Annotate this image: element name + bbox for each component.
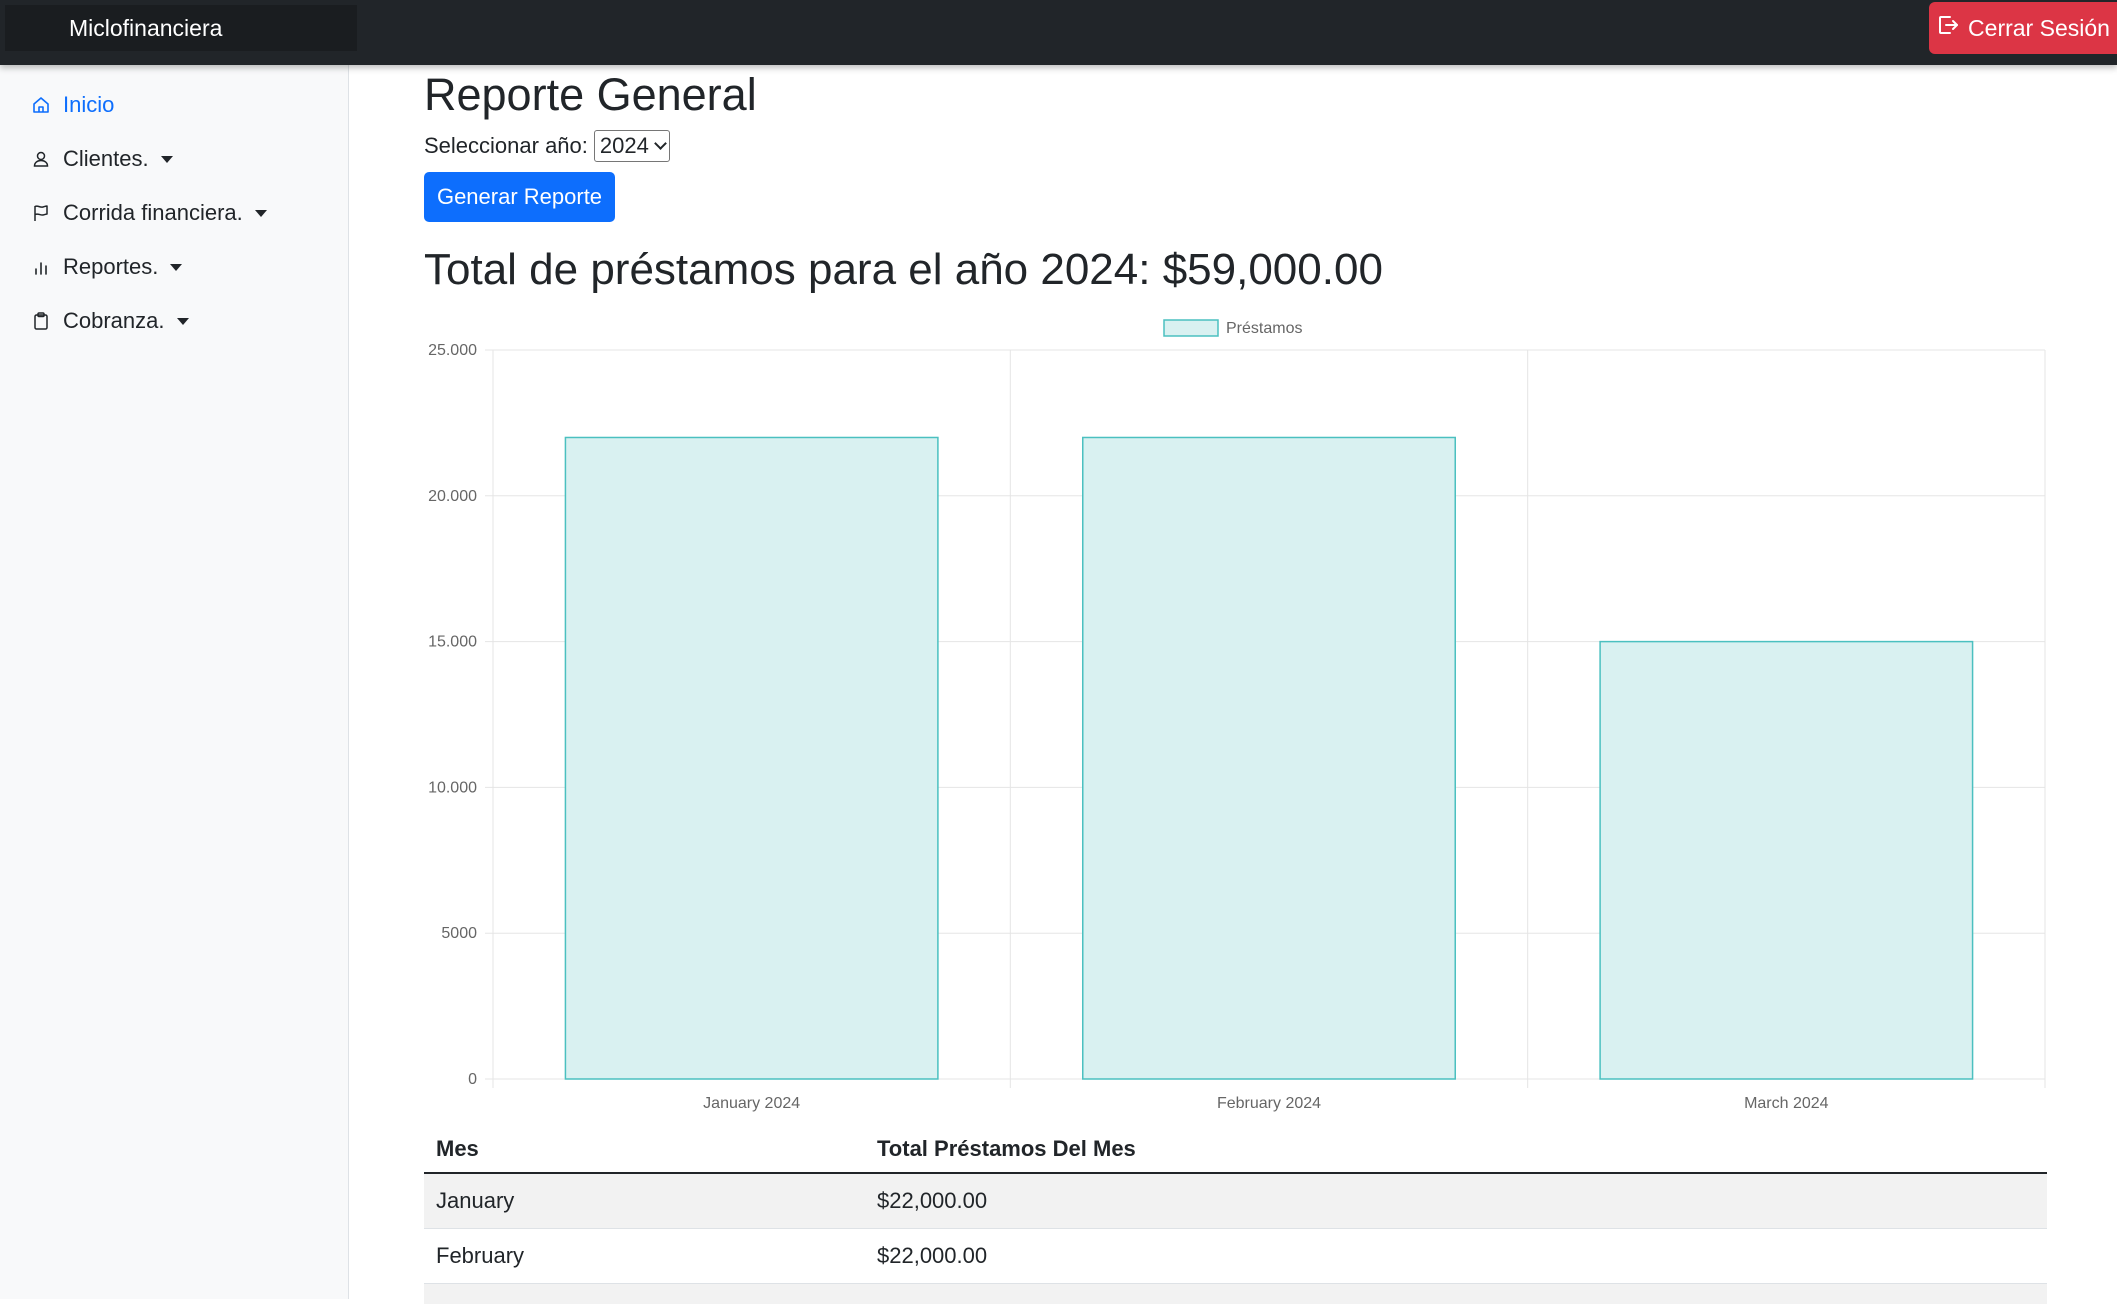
table-cell-total: $22,000.00 — [877, 1243, 988, 1268]
table-header-total: Total Préstamos Del Mes — [877, 1135, 1136, 1161]
sidebar-item-corrida-financiera[interactable]: Corrida financiera. — [30, 193, 267, 233]
chevron-down-icon — [254, 209, 267, 217]
table-row: February $22,000.00 — [424, 1229, 2047, 1284]
home-icon — [30, 94, 52, 116]
generate-report-button[interactable]: Generar Reporte — [424, 172, 615, 222]
x-tick-label: February 2024 — [1217, 1095, 1321, 1112]
sidebar-item-label: Cobranza. — [63, 308, 165, 333]
page-title: Reporte General — [424, 69, 757, 120]
table-header-mes: Mes — [436, 1135, 479, 1161]
logout-button[interactable]: Cerrar Sesión — [1929, 2, 2117, 54]
year-selector-row: Seleccionar año: 2024 — [424, 130, 670, 162]
chevron-down-icon — [653, 137, 667, 150]
year-label: Seleccionar año: — [424, 133, 588, 158]
top-navbar: Miclofinanciera Cerrar Sesión — [0, 0, 2117, 65]
x-tick-label: January 2024 — [703, 1095, 800, 1112]
brand-name[interactable]: Miclofinanciera — [5, 5, 357, 51]
user-icon — [30, 148, 52, 170]
logout-icon — [1936, 13, 1960, 43]
clipboard-icon — [30, 310, 52, 332]
sidebar-item-label: Inicio — [63, 92, 115, 117]
sidebar-item-inicio[interactable]: Inicio — [30, 85, 114, 125]
sidebar-item-reportes[interactable]: Reportes. — [30, 247, 183, 287]
y-tick-label: 15.000 — [428, 634, 477, 651]
table-cell-month: January — [436, 1188, 515, 1213]
chevron-down-icon — [160, 155, 173, 163]
table-header-row: Mes Total Préstamos Del Mes — [424, 1125, 2047, 1174]
total-loans-heading: Total de préstamos para el año 2024: $59… — [424, 245, 1383, 294]
table-cell-total: $22,000.00 — [877, 1188, 988, 1213]
chevron-down-icon — [176, 317, 189, 325]
y-tick-label: 25.000 — [428, 342, 477, 359]
year-select[interactable]: 2024 — [593, 130, 670, 162]
sidebar-item-clientes[interactable]: Clientes. — [30, 139, 173, 179]
y-tick-label: 20.000 — [428, 488, 477, 505]
sidebar: Inicio Clientes. Corrida financiera. Rep… — [0, 65, 349, 1299]
table-row: January $22,000.00 — [424, 1174, 2047, 1229]
sidebar-item-label: Corrida financiera. — [63, 200, 243, 225]
bar — [1082, 436, 1456, 1080]
table-row-partial — [424, 1284, 2047, 1304]
year-select-value: 2024 — [599, 133, 649, 158]
chevron-down-icon — [170, 263, 183, 271]
bar — [564, 436, 939, 1080]
flag-icon — [30, 202, 52, 224]
legend-swatch — [1163, 319, 1219, 337]
sidebar-item-label: Clientes. — [63, 146, 149, 171]
bar-chart-icon — [30, 256, 52, 278]
y-tick-label: 5000 — [441, 925, 477, 942]
x-tick-label: March 2024 — [1744, 1095, 1829, 1112]
bar — [1599, 640, 1974, 1080]
logout-label: Cerrar Sesión — [1968, 14, 2110, 41]
y-tick-label: 10.000 — [428, 779, 477, 796]
sidebar-item-cobranza[interactable]: Cobranza. — [30, 301, 189, 341]
y-tick-label: 0 — [468, 1071, 477, 1088]
monthly-loans-table: Mes Total Préstamos Del Mes January $22,… — [424, 1125, 2047, 1304]
table-cell-month: February — [436, 1243, 525, 1268]
sidebar-item-label: Reportes. — [63, 254, 159, 279]
legend-label: Préstamos — [1226, 320, 1302, 337]
